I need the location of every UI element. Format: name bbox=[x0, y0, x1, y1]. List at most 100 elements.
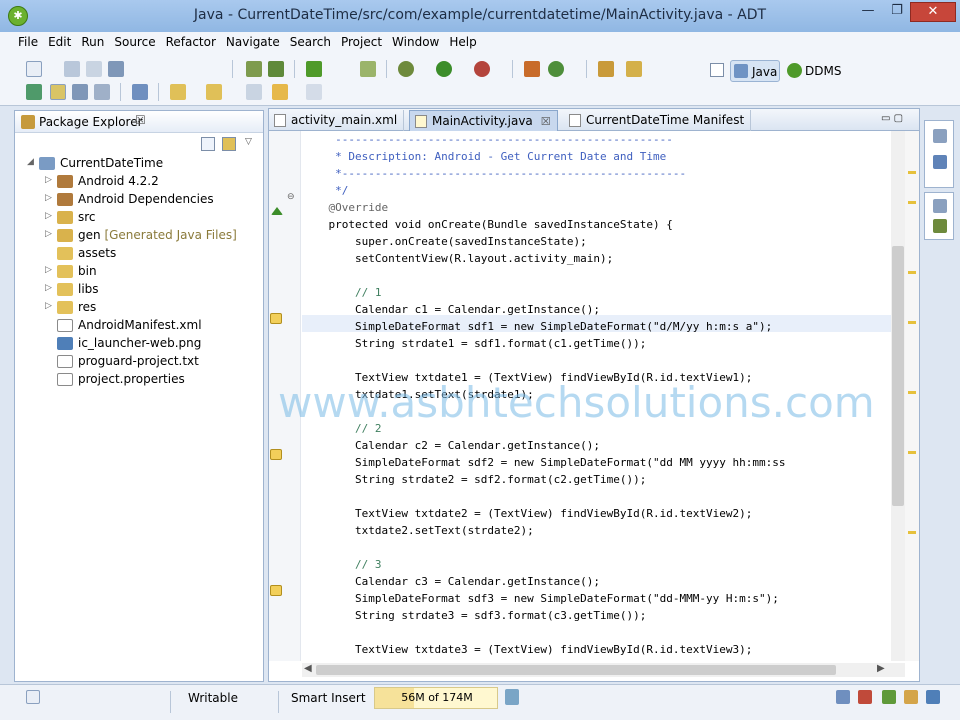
title-bar: ✱ Java - CurrentDateTime/src/com/example… bbox=[0, 0, 960, 32]
progress-icon[interactable] bbox=[882, 690, 896, 704]
tab-manifest[interactable]: CurrentDateTime Manifest bbox=[564, 110, 752, 131]
external-tools-icon[interactable] bbox=[474, 61, 490, 77]
open-type-icon[interactable] bbox=[598, 61, 614, 77]
last-edit-location-icon[interactable] bbox=[246, 84, 262, 100]
adt-window: ✱ Java - CurrentDateTime/src/com/example… bbox=[0, 0, 960, 720]
code-line: Calendar c1 = Calendar.getInstance(); bbox=[302, 303, 601, 316]
menu-search[interactable]: Search bbox=[285, 32, 336, 52]
collapse-all-icon[interactable] bbox=[201, 137, 215, 151]
code-line: *---------------------------------------… bbox=[302, 167, 687, 180]
status-bar: Writable Smart Insert 56M of 174M bbox=[0, 684, 960, 720]
scroll-left-icon[interactable]: ◀ bbox=[304, 663, 312, 674]
scrollbar-thumb[interactable] bbox=[316, 665, 836, 675]
outline-view-icon[interactable] bbox=[933, 129, 947, 143]
warning-marker-icon[interactable] bbox=[270, 449, 282, 460]
link-with-editor-icon[interactable] bbox=[222, 137, 236, 151]
run-icon[interactable] bbox=[436, 61, 452, 77]
menu-refactor[interactable]: Refactor bbox=[161, 32, 221, 52]
warning-marker-icon[interactable] bbox=[270, 585, 282, 596]
image-file-icon bbox=[57, 337, 73, 350]
print-icon[interactable] bbox=[108, 61, 124, 77]
project-icon bbox=[39, 157, 55, 170]
editor-tabs: activity_main.xml MainActivity.java ☒ Cur… bbox=[269, 109, 919, 131]
trimmed-view-stack-bottom bbox=[924, 192, 954, 240]
android-sdk-manager-icon[interactable] bbox=[246, 61, 262, 77]
menu-source[interactable]: Source bbox=[109, 32, 160, 52]
code-line: TextView txtdate2 = (TextView) findViewB… bbox=[302, 507, 753, 520]
menu-window[interactable]: Window bbox=[387, 32, 444, 52]
android-log-icon[interactable] bbox=[904, 690, 918, 704]
close-window-button[interactable]: ✕ bbox=[910, 2, 956, 22]
perspective-ddms-button[interactable]: DDMS bbox=[785, 60, 845, 82]
package-explorer: Package Explorer ☒ ▽ ◢ CurrentDateTime ▷ A… bbox=[14, 110, 264, 682]
save-icon[interactable] bbox=[64, 61, 80, 77]
code-area[interactable]: ----------------------------------------… bbox=[302, 131, 894, 661]
save-all-icon[interactable] bbox=[86, 61, 102, 77]
tab-activity-main-xml[interactable]: activity_main.xml bbox=[269, 110, 405, 131]
code-line: // 1 bbox=[302, 286, 382, 299]
code-line: Calendar c2 = Calendar.getInstance(); bbox=[302, 439, 601, 452]
status-writable: Writable bbox=[188, 691, 238, 705]
window-title: Java - CurrentDateTime/src/com/example/c… bbox=[193, 7, 767, 23]
text-file-icon bbox=[57, 355, 73, 368]
vertical-scrollbar[interactable] bbox=[891, 131, 905, 661]
editor-vertical-ruler bbox=[269, 131, 301, 661]
fold-toggle-icon[interactable]: ⊖ bbox=[287, 192, 295, 202]
scrollbar-thumb[interactable] bbox=[892, 246, 904, 506]
debug-icon[interactable] bbox=[398, 61, 414, 77]
menu-edit[interactable]: Edit bbox=[43, 32, 76, 52]
code-line: super.onCreate(savedInstanceState); bbox=[302, 235, 587, 248]
menu-run[interactable]: Run bbox=[76, 32, 109, 52]
perspective-java-button[interactable]: Java bbox=[730, 60, 780, 82]
code-line: String strdate1 = sdf1.format(c1.getTime… bbox=[302, 337, 647, 350]
next-annotation-icon[interactable] bbox=[170, 84, 186, 100]
fast-view-icon[interactable] bbox=[26, 690, 40, 704]
show-whitespace-icon[interactable] bbox=[94, 84, 110, 100]
android-avd-manager-icon[interactable] bbox=[268, 61, 284, 77]
pin-editor-icon[interactable] bbox=[132, 84, 148, 100]
toggle-mark-occurrences-icon[interactable] bbox=[26, 84, 42, 100]
devices-icon[interactable] bbox=[926, 690, 940, 704]
search-icon[interactable] bbox=[626, 61, 642, 77]
new-java-class-icon[interactable] bbox=[548, 61, 564, 77]
block-selection-icon[interactable] bbox=[72, 84, 88, 100]
open-perspective-icon[interactable] bbox=[710, 63, 724, 77]
manifest-icon bbox=[569, 114, 581, 127]
new-android-project-icon[interactable] bbox=[360, 61, 376, 77]
toggle-word-wrap-icon[interactable] bbox=[50, 84, 66, 100]
back-icon[interactable] bbox=[272, 84, 288, 100]
lint-check-icon[interactable] bbox=[306, 61, 322, 77]
menu-navigate[interactable]: Navigate bbox=[221, 32, 285, 52]
close-tab-icon[interactable]: ☒ bbox=[541, 115, 551, 128]
override-marker-icon[interactable] bbox=[271, 207, 283, 215]
new-java-package-icon[interactable] bbox=[524, 61, 540, 77]
task-list-icon[interactable] bbox=[933, 155, 947, 169]
restore-view-icon[interactable] bbox=[933, 199, 947, 213]
scroll-right-icon[interactable]: ▶ bbox=[877, 663, 885, 674]
menu-help[interactable]: Help bbox=[444, 32, 481, 52]
problems-icon[interactable] bbox=[858, 690, 872, 704]
ddms-perspective-icon bbox=[787, 63, 802, 78]
console-icon[interactable] bbox=[836, 690, 850, 704]
new-icon[interactable] bbox=[26, 61, 42, 77]
close-view-icon[interactable]: ☒ bbox=[135, 113, 146, 127]
minimize-button[interactable]: — bbox=[854, 2, 882, 22]
previous-annotation-icon[interactable] bbox=[206, 84, 222, 100]
view-menu-icon[interactable]: ▽ bbox=[245, 137, 259, 151]
warning-marker-icon[interactable] bbox=[270, 313, 282, 324]
java-perspective-icon bbox=[734, 64, 748, 78]
code-line: * Description: Android - Get Current Dat… bbox=[302, 150, 667, 163]
menu-file[interactable]: File bbox=[13, 32, 43, 52]
horizontal-scrollbar[interactable]: ◀ ▶ bbox=[302, 663, 905, 677]
code-line: SimpleDateFormat sdf3 = new SimpleDateFo… bbox=[302, 592, 779, 605]
android-view-icon[interactable] bbox=[933, 219, 947, 233]
menu-project[interactable]: Project bbox=[336, 32, 387, 52]
tab-mainactivity-java[interactable]: MainActivity.java ☒ bbox=[409, 110, 558, 131]
editor-minimize-maximize-icons[interactable]: ▭ ▢ bbox=[881, 113, 903, 124]
code-line: txtdate1.setText(strdate1); bbox=[302, 388, 534, 401]
run-garbage-collector-icon[interactable] bbox=[505, 689, 519, 705]
overview-ruler[interactable] bbox=[905, 131, 919, 661]
maximize-button[interactable]: ❐ bbox=[883, 2, 911, 22]
forward-icon[interactable] bbox=[306, 84, 322, 100]
code-line: ----------------------------------------… bbox=[302, 133, 673, 146]
